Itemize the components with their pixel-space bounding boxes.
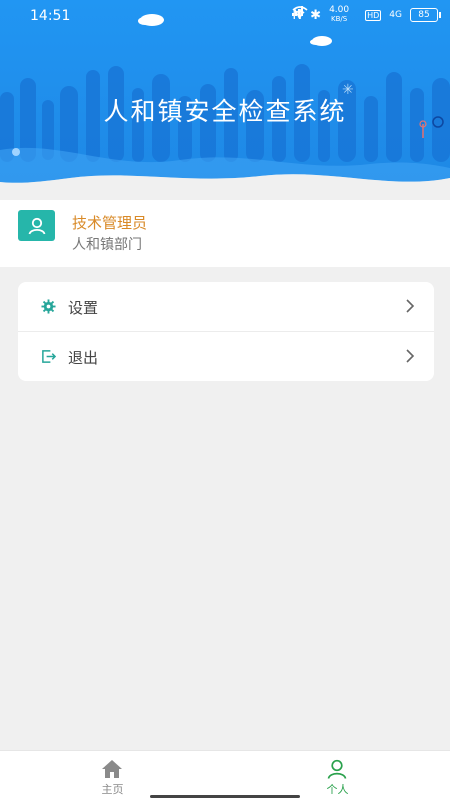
bluetooth-icon: ✱ (310, 7, 322, 23)
home-icon (102, 760, 122, 778)
user-department: 人和镇部门 (72, 237, 142, 253)
avatar (18, 210, 55, 241)
menu-card: 设置 退出 (18, 282, 434, 381)
net-speed-unit: KB/S (330, 15, 348, 23)
signal-indicator: 4G (292, 6, 402, 20)
net-speed-value: 4.00 (329, 5, 350, 15)
chevron-right-icon (406, 299, 415, 313)
logout-label: 退出 (68, 349, 99, 367)
logout-menu-item[interactable]: 退出 (18, 332, 434, 381)
header-banner: ✳ 14:51 N ✱ 4.00 KB/S HD 4G 85 人和镇安全检查系统 (0, 0, 450, 200)
network-speed: 4.00 KB/S (329, 6, 349, 24)
status-icons: N ✱ 4.00 KB/S HD 4G 85 (292, 6, 441, 24)
bottom-tab-bar: 主页 个人 (0, 750, 450, 801)
signal-label: 4G (389, 9, 402, 20)
app-title: 人和镇安全检查系统 (103, 97, 347, 126)
user-name: 技术管理员 (72, 214, 148, 232)
profile-card: 技术管理员 人和镇部门 (0, 200, 450, 267)
status-bar: 14:51 N ✱ 4.00 KB/S HD 4G 85 (0, 0, 450, 32)
gesture-bar (150, 795, 300, 798)
logout-icon (42, 350, 56, 363)
tab-profile[interactable]: 个人 (225, 751, 450, 801)
signal-icon (292, 6, 304, 16)
settings-label: 设置 (68, 299, 99, 317)
tab-home[interactable]: 主页 (0, 751, 225, 801)
battery-level: 85 (418, 10, 430, 20)
chevron-right-icon (406, 349, 415, 363)
battery-icon: 85 (410, 8, 441, 22)
status-time: 14:51 (30, 8, 71, 24)
user-avatar-icon (28, 217, 45, 234)
gear-icon (41, 299, 56, 314)
settings-menu-item[interactable]: 设置 (18, 282, 434, 332)
person-icon (327, 759, 347, 779)
hd-badge: HD (365, 9, 382, 21)
